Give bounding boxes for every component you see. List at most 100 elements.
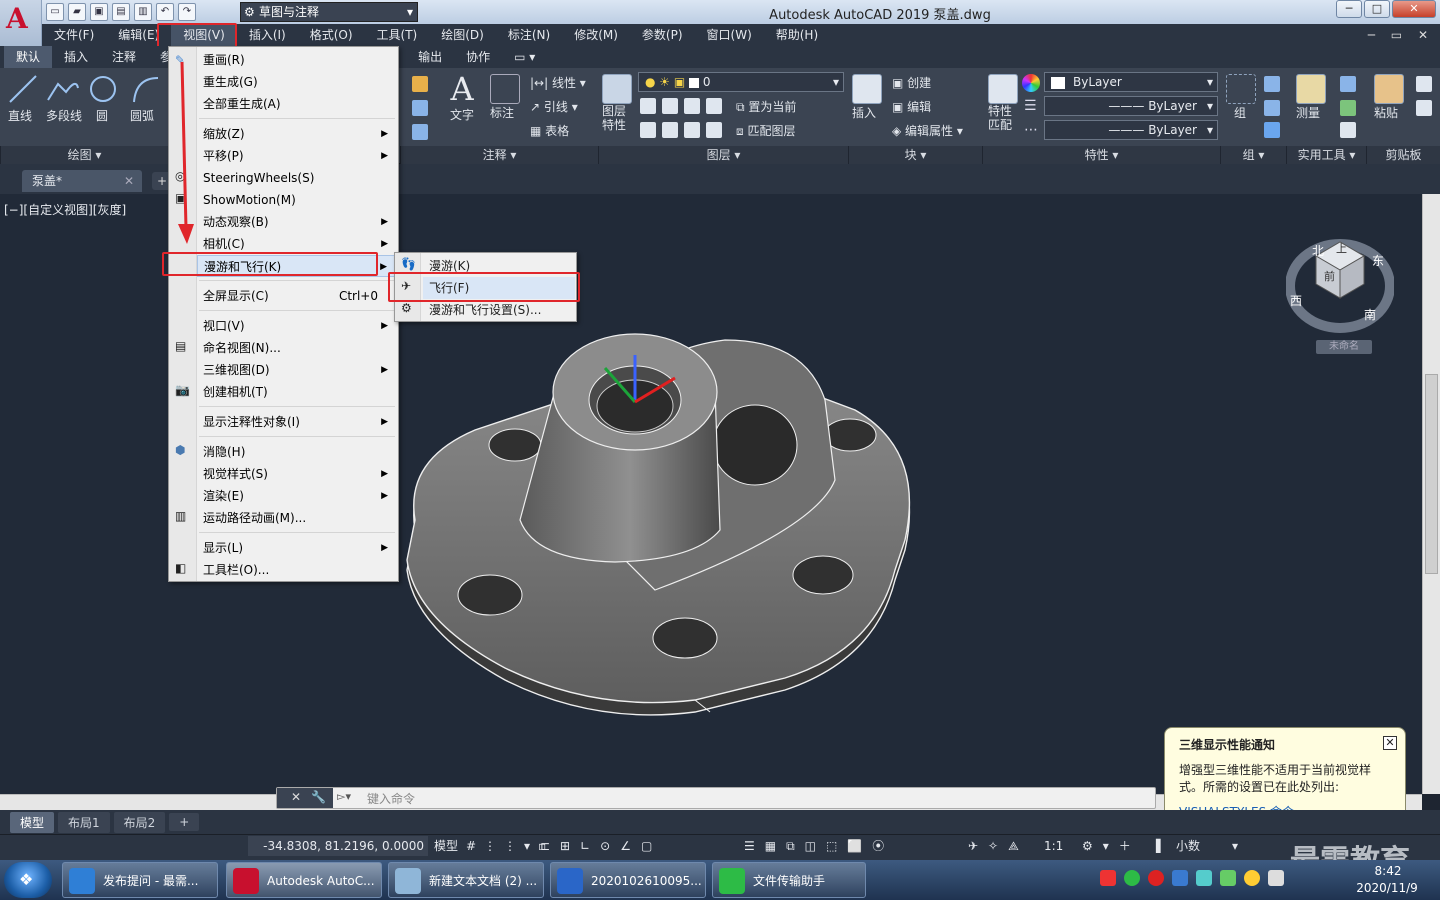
group-tool[interactable]: 组 <box>1226 74 1256 121</box>
command-prompt-icon[interactable]: ▻▾ <box>337 790 351 803</box>
layer-unisolate-icon[interactable] <box>662 122 678 138</box>
volume-icon[interactable] <box>1268 870 1284 886</box>
clock-time[interactable]: 8:42 <box>1358 864 1418 878</box>
copy-icon[interactable] <box>412 100 428 116</box>
menu-modify[interactable]: 修改(M) <box>562 24 630 46</box>
pump-cover-model[interactable] <box>395 330 935 720</box>
wrench-icon[interactable]: 🔧 <box>311 790 326 804</box>
offset-icon[interactable] <box>412 124 428 140</box>
save-icon[interactable]: ▣ <box>90 3 108 21</box>
document-window-controls[interactable]: ─ ▭ ✕ <box>1368 24 1434 46</box>
new-file-icon[interactable]: ▭ <box>46 3 64 21</box>
menu-item-3d-views[interactable]: 三维视图(D) ▶ <box>197 359 398 381</box>
layer-freeze-icon[interactable] <box>684 98 700 114</box>
menu-item-orbit[interactable]: 动态观察(B) ▶ <box>197 211 398 233</box>
close-icon[interactable]: ✕ <box>124 170 134 192</box>
nvidia-icon[interactable] <box>1220 870 1236 886</box>
dimension-tool[interactable]: 标注 <box>490 74 520 121</box>
copy-clip-icon[interactable] <box>1416 100 1432 116</box>
vertical-scrollbar[interactable] <box>1422 194 1440 794</box>
qq-icon[interactable] <box>1244 870 1260 886</box>
customization-icon[interactable]: ▌ <box>1156 836 1165 856</box>
table-tool[interactable]: ▦ 表格 <box>530 122 569 139</box>
wechat-tray-icon[interactable] <box>1124 870 1140 886</box>
taskbar-item-notepad[interactable]: 新建文本文档 (2) ... <box>388 862 544 898</box>
menu-item-pan[interactable]: 平移(P) ▶ <box>197 145 398 167</box>
menu-parametric[interactable]: 参数(P) <box>630 24 695 46</box>
weibo-icon[interactable] <box>1148 870 1164 886</box>
layer-on-icon[interactable] <box>640 122 656 138</box>
measure-tool[interactable]: 测量 <box>1296 74 1326 121</box>
start-button[interactable]: ❖ <box>4 862 52 898</box>
viewcube-top-face[interactable]: 上 <box>1336 240 1347 256</box>
menu-item-regen[interactable]: 重生成(G) <box>197 71 398 93</box>
menu-window[interactable]: 窗口(W) <box>695 24 764 46</box>
cut-icon[interactable] <box>1416 76 1432 92</box>
linear-dim-tool[interactable]: |↔| 线性 ▾ <box>530 74 586 91</box>
color-dropdown[interactable]: ByLayer ▾ <box>1044 72 1218 92</box>
ucs-dropdown[interactable]: 未命名 <box>1316 340 1372 354</box>
menu-help[interactable]: 帮助(H) <box>764 24 830 46</box>
tab-layout2[interactable]: 布局2 <box>113 811 166 833</box>
menu-format[interactable]: 格式(O) <box>298 24 365 46</box>
tab-output[interactable]: 输出 <box>406 46 454 68</box>
menu-dimension[interactable]: 标注(N) <box>496 24 562 46</box>
open-file-icon[interactable]: ▰ <box>68 3 86 21</box>
taskbar-item-browser[interactable]: 发布提问 - 最需... <box>62 862 218 898</box>
match-layer[interactable]: ⧈ 匹配图层 <box>736 122 795 139</box>
model-space-toggle[interactable]: 模型 <box>434 836 458 856</box>
menu-item-toolbars[interactable]: 工具栏(O)... <box>197 559 398 581</box>
layer-isolate-icon[interactable] <box>662 98 678 114</box>
menu-item-annotative-objects[interactable]: 显示注释性对象(I) ▶ <box>197 411 398 433</box>
command-line[interactable]: ✕ 🔧 ▻▾ 键入命令 <box>276 787 1156 809</box>
viewport-controls-label[interactable]: [−][自定义视图][灰度] <box>4 201 126 218</box>
lineweight-dropdown[interactable]: ——— ByLayer ▾ <box>1044 120 1218 140</box>
menu-item-hide[interactable]: 消隐(H) <box>197 441 398 463</box>
command-line-handle[interactable]: ✕ 🔧 <box>277 788 333 808</box>
linetype-dropdown[interactable]: ——— ByLayer ▾ <box>1044 96 1218 116</box>
close-icon[interactable]: ✕ <box>1383 736 1397 750</box>
application-button[interactable]: A <box>0 0 42 48</box>
layer-unlock-icon[interactable] <box>706 122 722 138</box>
close-button[interactable]: ✕ <box>1392 0 1436 18</box>
leader-tool[interactable]: ↗ 引线 ▾ <box>530 98 578 115</box>
display-toggle-icons[interactable]: ☰▦⧉◫⬚⬜⦿ <box>744 836 894 856</box>
print-icon[interactable]: ▥ <box>134 3 152 21</box>
panel-annotate[interactable]: 注释 ▾ <box>400 146 598 164</box>
line-tool[interactable]: 直线 <box>8 74 38 124</box>
layer-lock-icon[interactable] <box>706 98 722 114</box>
menu-item-showmotion[interactable]: ShowMotion(M) <box>197 189 398 211</box>
arc-tool[interactable]: 圆弧 <box>130 74 160 124</box>
viewcube-front-face[interactable]: 前 <box>1324 268 1335 284</box>
tab-model[interactable]: 模型 <box>10 811 55 833</box>
viewcube-south[interactable]: 南 <box>1364 306 1376 323</box>
tab-layout1[interactable]: 布局1 <box>58 811 110 833</box>
coordinates-readout[interactable]: -34.8308, 81.2196, 0.0000 <box>248 836 428 856</box>
quick-select-icon[interactable] <box>1340 76 1356 92</box>
circle-tool[interactable]: 圆 <box>88 74 118 124</box>
sogou-icon[interactable] <box>1100 870 1116 886</box>
menu-item-regen-all[interactable]: 全部重生成(A) <box>197 93 398 115</box>
edit-attributes[interactable]: ◈ 编辑属性 ▾ <box>892 122 963 139</box>
menu-file[interactable]: 文件(F) <box>42 24 106 46</box>
tab-collaborate[interactable]: 协作 <box>454 46 502 68</box>
lineweight-icon[interactable]: ☰ <box>1024 98 1037 114</box>
match-properties-tool[interactable]: 特性匹配 <box>988 74 1018 132</box>
menu-item-display[interactable]: 显示(L) ▶ <box>197 537 398 559</box>
command-input-placeholder[interactable]: 键入命令 <box>367 790 415 807</box>
workspace-switch-icons[interactable]: ⚙▾＋ <box>1082 836 1141 856</box>
panel-draw[interactable]: 绘图 ▾ <box>0 146 168 164</box>
layer-off-icon[interactable] <box>640 98 656 114</box>
menu-item-clean-screen[interactable]: 全屏显示(C) Ctrl+0 <box>197 285 398 307</box>
set-current-layer[interactable]: ⧉ 置为当前 <box>736 98 796 115</box>
ungroup-icon[interactable] <box>1264 76 1280 92</box>
menu-item-viewports[interactable]: 视口(V) ▶ <box>197 315 398 337</box>
layer-dropdown[interactable]: ● ☀ ▣ 0 ▾ <box>638 72 844 92</box>
erase-icon[interactable] <box>412 76 428 92</box>
color-wheel-icon[interactable] <box>1022 74 1040 92</box>
menu-insert[interactable]: 插入(I) <box>237 24 298 46</box>
polyline-tool[interactable]: 多段线 <box>46 74 82 124</box>
security-icon[interactable] <box>1172 870 1188 886</box>
close-icon[interactable]: ✕ <box>291 790 301 804</box>
maximize-button[interactable]: □ <box>1364 0 1390 18</box>
